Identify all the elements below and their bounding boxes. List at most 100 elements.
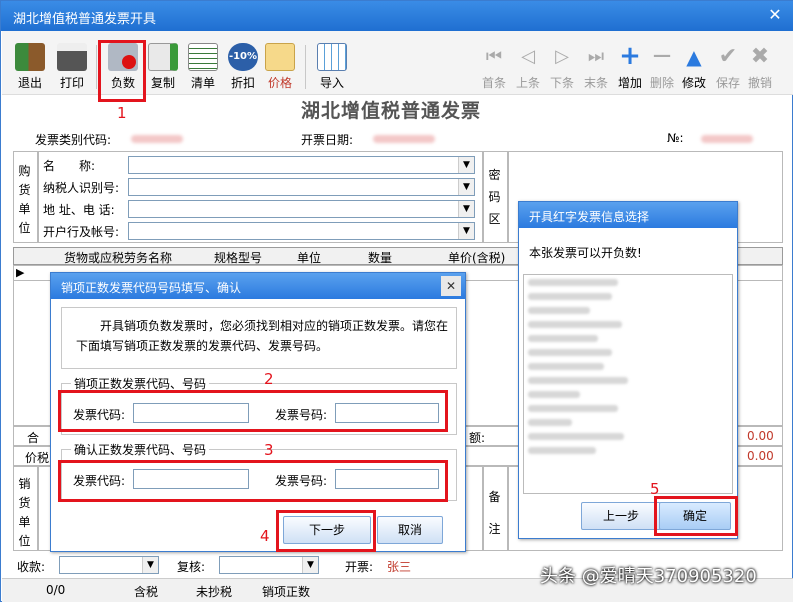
invoice-heading: 湖北增值税普通发票: [301, 100, 482, 122]
amount-label: 额:: [469, 431, 486, 445]
red-invoice-select-dialog: 开具红字发票信息选择 本张发票可以开负数! 上一步 确定: [518, 201, 738, 539]
list-button[interactable]: 清单: [181, 43, 225, 91]
prev-icon: ◁: [521, 46, 535, 67]
discount-icon: -10%: [228, 43, 258, 71]
invoice-date-redacted: [373, 135, 435, 143]
buyer-bank-label: 开户行及帐号:: [43, 225, 120, 239]
receipt-select[interactable]: ▼: [59, 556, 159, 574]
buyer-address-label: 地 址、电 话:: [43, 203, 115, 217]
cross-icon: ✖: [750, 44, 770, 69]
redacted-line: [528, 321, 622, 328]
copy-icon: [148, 43, 178, 71]
chevron-down-icon[interactable]: ▼: [142, 557, 158, 573]
invoice-number-label: №:: [667, 131, 684, 145]
seller-section-label: 销货单位: [13, 466, 38, 551]
annotation-number-4: 4: [260, 527, 270, 545]
redacted-line: [528, 279, 618, 286]
exit-button[interactable]: 退出: [8, 43, 52, 91]
modify-icon: ▲: [686, 45, 702, 69]
row-pointer-icon: ▶: [16, 266, 25, 279]
dialog-title-bar: 销项正数发票代码号码填写、确认 ✕: [51, 273, 465, 299]
toolbar-separator: [96, 45, 97, 89]
dialog-title: 开具红字发票信息选择: [529, 210, 650, 224]
exit-icon: [15, 43, 45, 71]
redacted-line: [528, 391, 580, 398]
invoice-code-redacted: [131, 135, 183, 143]
redacted-line: [528, 335, 598, 342]
buyer-taxid-input[interactable]: ▼: [128, 178, 475, 196]
redacted-line: [528, 405, 618, 412]
annotation-box-4: [276, 510, 376, 552]
column-header-name: 货物或应税劳务名称: [64, 251, 173, 265]
drawer-value: 张三: [387, 560, 412, 574]
buyer-section-label: 购货单位: [13, 151, 38, 243]
print-button[interactable]: 打印: [50, 43, 94, 91]
redacted-line: [528, 419, 572, 426]
redacted-line: [528, 447, 596, 454]
review-select[interactable]: ▼: [219, 556, 319, 574]
total-label: 合: [27, 431, 40, 445]
chevron-down-icon[interactable]: ▼: [458, 223, 474, 239]
chevron-down-icon[interactable]: ▼: [458, 179, 474, 195]
copy-button[interactable]: 复制: [141, 43, 185, 91]
column-header-spec: 规格型号: [214, 251, 263, 265]
column-header-unit: 单位: [297, 251, 322, 265]
toolbar-separator: [305, 45, 306, 89]
dialog-message-box: 开具销项负数发票时，您必须找到相对应的销项正数发票。请您在下面填写销项正数发票的…: [61, 307, 457, 369]
price-tax-label: 价税: [25, 451, 50, 465]
price-button[interactable]: 价格: [258, 43, 302, 91]
chevron-down-icon[interactable]: ▼: [302, 557, 318, 573]
next-icon: ▷: [555, 46, 569, 67]
printer-icon: [57, 43, 87, 71]
window-title: 湖北增值税普通发票开具: [13, 12, 157, 27]
buyer-address-input[interactable]: ▼: [128, 200, 475, 218]
redacted-line: [528, 377, 628, 384]
receipt-label: 收款:: [17, 560, 46, 574]
positive-invoice-status: 销项正数: [262, 585, 311, 599]
close-window-button[interactable]: ✕: [764, 5, 786, 25]
annotation-box-1: [98, 40, 146, 102]
annotation-number-3: 3: [264, 441, 274, 459]
invoice-number-redacted: [701, 135, 753, 143]
not-copied-status: 未抄税: [196, 585, 233, 599]
total-value: 0.00: [747, 429, 774, 443]
dialog-title: 销项正数发票代码号码填写、确认: [61, 281, 242, 295]
chevron-down-icon[interactable]: ▼: [458, 201, 474, 217]
column-header-qty: 数量: [368, 251, 393, 265]
list-icon: [188, 43, 218, 71]
annotation-box-2: [58, 390, 448, 432]
cancel-button[interactable]: 取消: [377, 516, 443, 544]
annotation-number-2: 2: [264, 370, 274, 388]
buyer-name-input[interactable]: ▼: [128, 156, 475, 174]
dialog-title-bar: 开具红字发票信息选择: [519, 202, 737, 228]
revoke-button[interactable]: ✖ 撤销: [738, 43, 782, 91]
remark-label-box: 备注: [483, 466, 508, 551]
cipher-area-label: 密码区: [483, 151, 508, 243]
drawer-label: 开票:: [345, 560, 374, 574]
import-button[interactable]: 导入: [310, 43, 354, 91]
price-tag-icon: [265, 43, 295, 71]
invoice-date-label: 开票日期:: [301, 133, 354, 147]
buyer-name-label: 名 称:: [43, 159, 96, 173]
redacted-line: [528, 349, 612, 356]
title-bar: 湖北增值税普通发票开具 ✕: [1, 1, 793, 31]
last-icon: ⏭: [587, 46, 605, 67]
buyer-bank-input[interactable]: ▼: [128, 222, 475, 240]
column-header-price: 单价(含税): [448, 251, 506, 265]
redacted-line: [528, 293, 612, 300]
buyer-taxid-label: 纳税人识别号:: [43, 181, 120, 195]
prev-step-button[interactable]: 上一步: [581, 502, 661, 530]
redacted-line: [528, 307, 590, 314]
dialog-message: 本张发票可以开负数!: [529, 246, 642, 260]
annotation-number-1: 1: [117, 104, 127, 122]
close-icon[interactable]: ✕: [441, 276, 461, 296]
annotation-box-5: [654, 496, 738, 536]
annotation-number-5: 5: [650, 480, 660, 498]
dialog-message: 开具销项负数发票时，您必须找到相对应的销项正数发票。请您在下面填写销项正数发票的…: [76, 319, 449, 353]
review-label: 复核:: [177, 560, 206, 574]
redacted-line: [528, 363, 604, 370]
redacted-line: [528, 433, 624, 440]
watermark: 头条 @爱晴天370905320: [540, 566, 757, 587]
chevron-down-icon[interactable]: ▼: [458, 157, 474, 173]
confirm-code-group-title: 确认正数发票代码、号码: [71, 441, 210, 458]
